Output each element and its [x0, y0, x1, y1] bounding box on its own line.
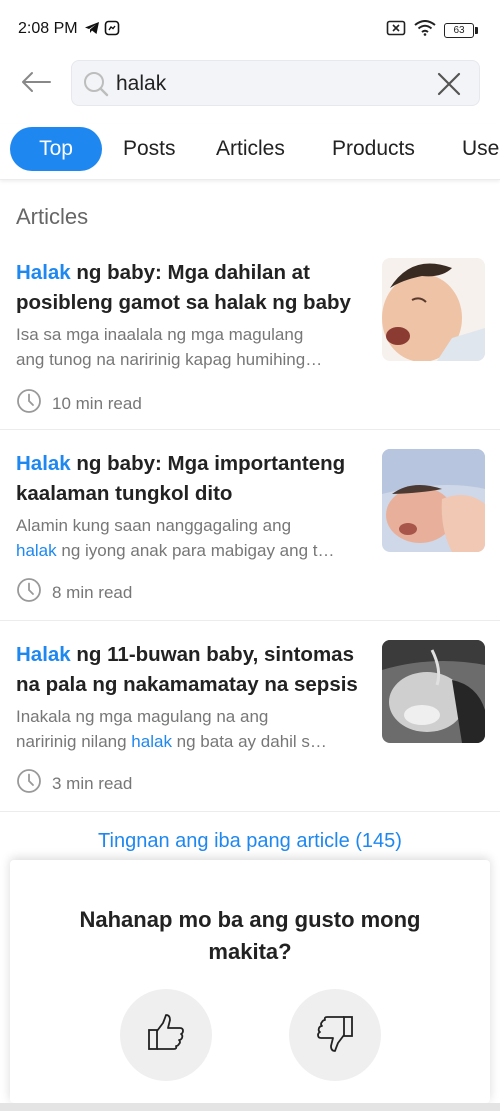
snippet-highlight: halak — [16, 541, 57, 560]
more-articles-link[interactable]: Tingnan ang iba pang article (145) — [0, 830, 500, 853]
search-tabs: Top Posts Articles Products Use — [0, 124, 500, 180]
thumbs-up-button[interactable] — [120, 989, 212, 1081]
title-text: posibleng gamot sa halak ng baby — [16, 291, 351, 314]
feedback-question: Nahanap mo ba ang gusto mong makita? — [10, 904, 490, 968]
article-meta: 3 min read — [16, 768, 132, 799]
article-snippet: Alamin kung saan nanggagaling ang halak … — [16, 513, 366, 563]
status-time: 2:08 PM — [18, 20, 78, 37]
telegram-icon — [84, 20, 100, 41]
read-time: 10 min read — [52, 393, 142, 413]
article-thumbnail — [382, 449, 485, 552]
article-card[interactable]: Halak ng baby: Mga importanteng kaalaman… — [0, 449, 500, 621]
status-bar: 2:08 PM 63 — [0, 0, 500, 52]
article-snippet: Inakala ng mga magulang na ang naririnig… — [16, 704, 366, 754]
snippet-line: halak ng iyong anak para mabigay ang t… — [16, 538, 366, 563]
messenger-icon — [104, 20, 120, 41]
article-card[interactable]: Halak ng 11-buwan baby, sintomas na pala… — [0, 640, 500, 812]
tab-articles[interactable]: Articles — [216, 127, 285, 171]
article-thumbnail — [382, 640, 485, 743]
battery-icon: 63 — [444, 23, 478, 38]
search-input[interactable] — [116, 67, 416, 101]
snippet-highlight: halak — [131, 732, 172, 751]
battery-level: 63 — [444, 23, 474, 38]
feedback-question-line: makita? — [208, 939, 292, 964]
title-text: ng 11-buwan baby, sintomas — [70, 643, 354, 666]
thumbs-up-icon — [146, 1013, 186, 1058]
title-highlight: Halak — [16, 452, 71, 475]
article-card[interactable]: Halak ng baby: Mga dahilan at posibleng … — [0, 258, 500, 430]
clear-icon[interactable] — [437, 72, 461, 96]
clock-icon — [16, 577, 42, 608]
title-text: ng baby: Mga dahilan at — [70, 261, 310, 284]
search-box[interactable] — [71, 60, 480, 106]
title-text: ng baby: Mga importanteng — [70, 452, 346, 475]
tab-users[interactable]: Use — [462, 127, 499, 171]
clock-icon — [16, 388, 42, 419]
thumbs-down-button[interactable] — [289, 989, 381, 1081]
article-snippet: Isa sa mga inaalala ng mga magulang ang … — [16, 322, 366, 372]
thumbs-down-icon — [315, 1013, 355, 1058]
search-header — [0, 52, 500, 116]
feedback-question-line: Nahanap mo ba ang gusto mong — [79, 907, 421, 932]
title-highlight: Halak — [16, 643, 71, 666]
section-title: Articles — [16, 204, 89, 229]
read-time: 3 min read — [52, 773, 133, 793]
article-title: Halak ng baby: Mga importanteng kaalaman… — [16, 449, 366, 509]
status-notification-icons — [84, 20, 120, 41]
read-time: 8 min read — [52, 582, 133, 602]
sim-off-icon — [386, 20, 406, 41]
feedback-panel: Nahanap mo ba ang gusto mong makita? — [10, 860, 490, 1103]
article-thumbnail — [382, 258, 485, 361]
title-highlight: Halak — [16, 261, 71, 284]
clock-icon — [16, 768, 42, 799]
snippet-text: ng iyong anak para mabigay ang t… — [56, 541, 335, 560]
tab-products[interactable]: Products — [332, 127, 415, 171]
tab-posts[interactable]: Posts — [123, 127, 176, 171]
snippet-line: naririnig nilang halak ng bata ay dahil … — [16, 729, 366, 754]
bottom-strip — [0, 1103, 500, 1111]
article-title: Halak ng baby: Mga dahilan at posibleng … — [16, 258, 366, 318]
article-title: Halak ng 11-buwan baby, sintomas na pala… — [16, 640, 366, 700]
title-text: kaalaman tungkol dito — [16, 482, 233, 505]
wifi-icon — [414, 20, 436, 41]
article-meta: 8 min read — [16, 577, 132, 608]
snippet-line: Isa sa mga inaalala ng mga magulang — [16, 325, 304, 344]
snippet-text: naririnig nilang — [16, 732, 132, 751]
tab-top[interactable]: Top — [10, 127, 102, 171]
back-arrow-icon — [20, 71, 52, 98]
snippet-line: Alamin kung saan nanggagaling ang — [16, 516, 292, 535]
snippet-line: ang tunog na naririnig kapag humihing… — [16, 350, 323, 369]
snippet-text: ng bata ay dahil s… — [171, 732, 327, 751]
article-meta: 10 min read — [16, 388, 142, 419]
back-button[interactable] — [16, 64, 56, 104]
snippet-line: Inakala ng mga magulang na ang — [16, 707, 269, 726]
search-icon — [82, 70, 110, 103]
title-text: na pala ng nakamamatay na sepsis — [16, 673, 358, 696]
status-system-icons: 63 — [386, 20, 478, 41]
